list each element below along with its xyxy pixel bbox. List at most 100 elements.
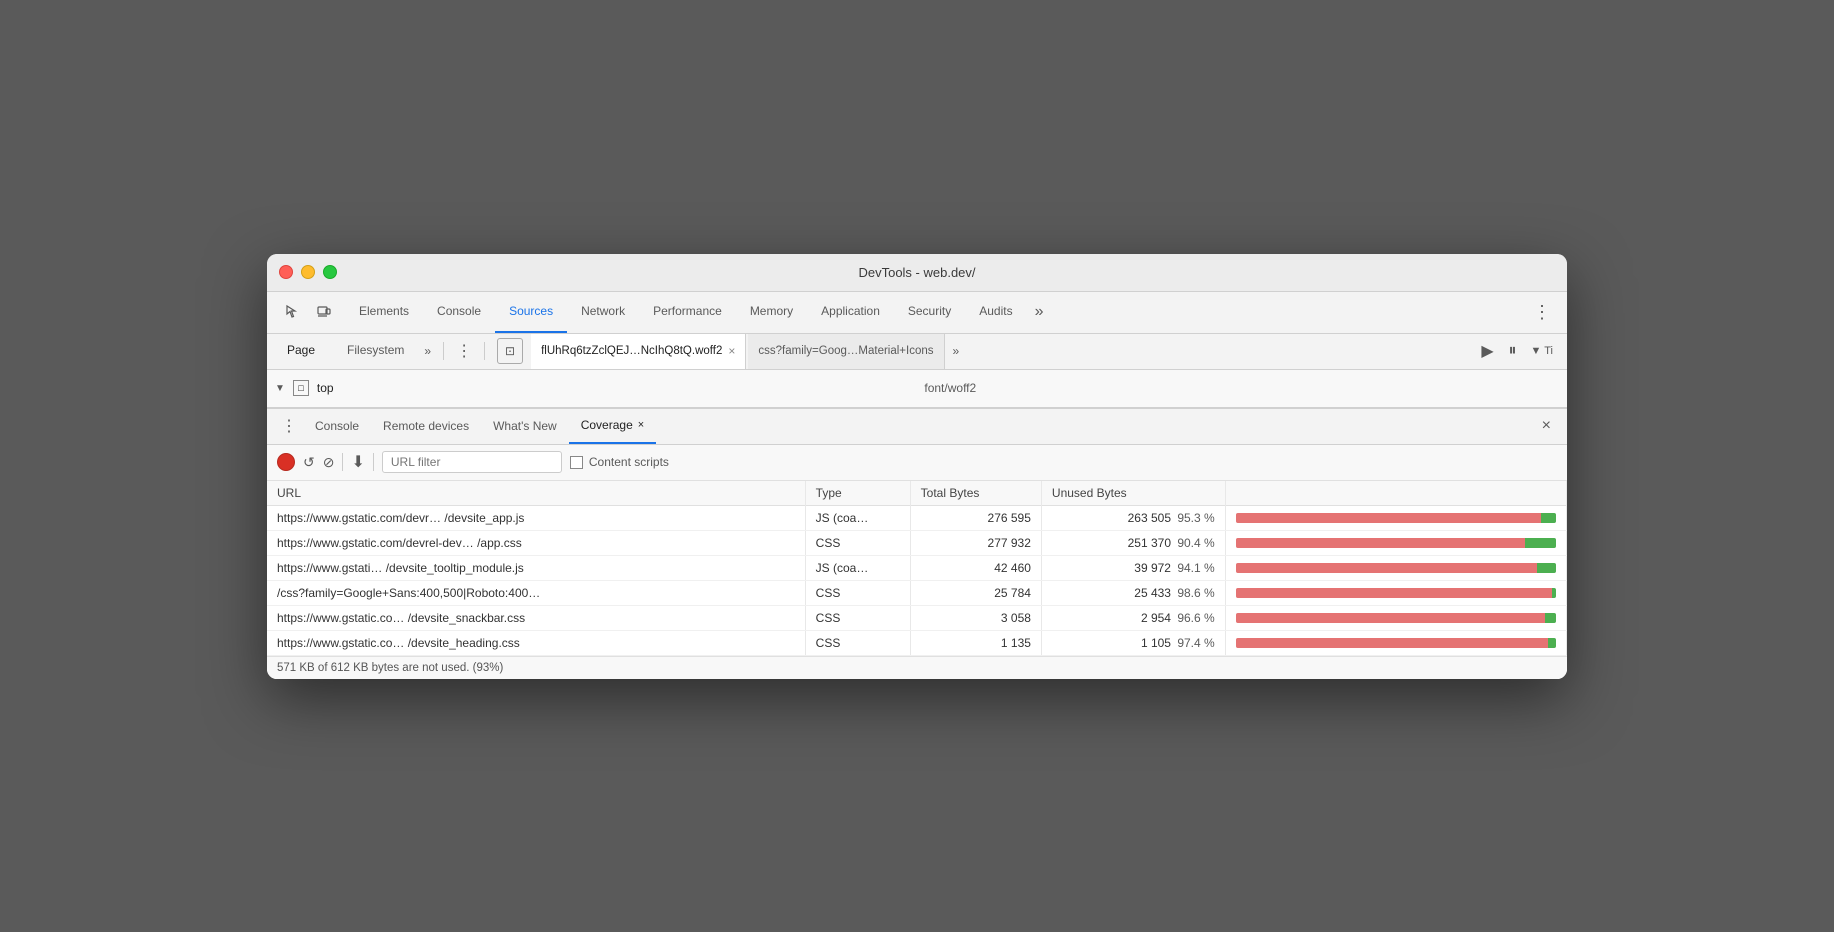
tab-console[interactable]: Console: [423, 292, 495, 333]
status-bar: 571 KB of 612 KB bytes are not used. (93…: [267, 656, 1567, 679]
stop-button[interactable]: ⊘: [323, 454, 335, 471]
tab-network[interactable]: Network: [567, 292, 639, 333]
window-title: DevTools - web.dev/: [858, 265, 975, 280]
cell-total: 42 460: [910, 555, 1041, 580]
cell-unused: 39 972 94.1 %: [1041, 555, 1225, 580]
table-row[interactable]: /css?family=Google+Sans:400,500|Roboto:4…: [267, 580, 1567, 605]
top-row-content: ▼ □ top font/woff2: [267, 380, 1567, 396]
col-header-unused: Unused Bytes: [1041, 481, 1225, 506]
cell-type: CSS: [805, 580, 910, 605]
more-tabs-icon[interactable]: »: [1027, 292, 1052, 333]
drawer-tab-whatsnew[interactable]: What's New: [481, 409, 569, 444]
close-button[interactable]: [279, 265, 293, 279]
cell-url: https://www.gstatic.co… /devsite_heading…: [267, 630, 805, 655]
table-row[interactable]: https://www.gstatic.com/devr… /devsite_a…: [267, 505, 1567, 530]
top-label: top: [317, 381, 334, 395]
top-frame-row: ▼ □ top font/woff2: [267, 370, 1567, 408]
download-button[interactable]: ⬇: [351, 452, 364, 472]
drawer-close-button[interactable]: ×: [1534, 417, 1559, 435]
tab-memory[interactable]: Memory: [736, 292, 807, 333]
table-row[interactable]: https://www.gstatic.co… /devsite_heading…: [267, 630, 1567, 655]
cell-type: CSS: [805, 630, 910, 655]
sources-sub-bar: Page Filesystem » ⋮ ⊡ flUhRq6tzZclQEJ…Nc…: [267, 334, 1567, 370]
cell-type: CSS: [805, 605, 910, 630]
sources-three-dots[interactable]: ⋮: [456, 341, 472, 361]
inspect-icon[interactable]: [279, 299, 305, 325]
drawer-tab-coverage[interactable]: Coverage ×: [569, 409, 656, 444]
drawer-tab-console[interactable]: Console: [303, 409, 371, 444]
cell-url: https://www.gstatic.com/devrel-dev… /app…: [267, 530, 805, 555]
run-button[interactable]: ▶: [1474, 338, 1500, 364]
drawer-tab-remote[interactable]: Remote devices: [371, 409, 481, 444]
cell-unused: 2 954 96.6 %: [1041, 605, 1225, 630]
cell-unused: 1 105 97.4 %: [1041, 630, 1225, 655]
file-tab-woff2-label: flUhRq6tzZclQEJ…NcIhQ8tQ.woff2: [541, 345, 722, 357]
tab-performance[interactable]: Performance: [639, 292, 736, 333]
cell-unused: 25 433 98.6 %: [1041, 580, 1225, 605]
tab-elements[interactable]: Elements: [345, 292, 423, 333]
cell-type: JS (coa…: [805, 505, 910, 530]
file-tab-css-label: css?family=Goog…Material+Icons: [758, 345, 933, 357]
more-options-icon[interactable]: ⋮: [1529, 299, 1555, 325]
sources-tab-filesystem[interactable]: Filesystem: [335, 334, 416, 369]
file-tab-area: flUhRq6tzZclQEJ…NcIhQ8tQ.woff2 × css?fam…: [531, 334, 1466, 369]
coverage-tab-close[interactable]: ×: [638, 419, 644, 431]
col-header-url: URL: [267, 481, 805, 506]
cell-bar: [1225, 580, 1566, 605]
pause-button[interactable]: ⏸: [1508, 342, 1516, 360]
frame-icon: □: [293, 380, 309, 396]
title-bar: DevTools - web.dev/: [267, 254, 1567, 292]
cell-total: 3 058: [910, 605, 1041, 630]
file-decode-icon[interactable]: ⊡: [497, 338, 523, 364]
table-row[interactable]: https://www.gstatic.com/devrel-dev… /app…: [267, 530, 1567, 555]
tab-application[interactable]: Application: [807, 292, 894, 333]
sources-more-tabs[interactable]: »: [424, 344, 431, 358]
cell-bar: [1225, 555, 1566, 580]
font-label: font/woff2: [342, 381, 1559, 395]
record-button[interactable]: [277, 453, 295, 471]
cell-type: JS (coa…: [805, 555, 910, 580]
table-row[interactable]: https://www.gstatic.co… /devsite_snackba…: [267, 605, 1567, 630]
file-tab-woff2-close[interactable]: ×: [728, 344, 735, 358]
cell-url: https://www.gstatic.com/devr… /devsite_a…: [267, 505, 805, 530]
cell-unused: 251 370 90.4 %: [1041, 530, 1225, 555]
sources-divider-2: [484, 342, 485, 360]
cell-total: 277 932: [910, 530, 1041, 555]
file-tab-more[interactable]: »: [947, 344, 966, 358]
cell-url: /css?family=Google+Sans:400,500|Roboto:4…: [267, 580, 805, 605]
tab-audits[interactable]: Audits: [965, 292, 1026, 333]
device-icon[interactable]: [311, 299, 337, 325]
main-tab-list: Elements Console Sources Network Perform…: [345, 292, 1052, 333]
col-header-total: Total Bytes: [910, 481, 1041, 506]
cell-total: 25 784: [910, 580, 1041, 605]
tab-security[interactable]: Security: [894, 292, 965, 333]
top-right-label: ▼ Ti: [1525, 345, 1560, 357]
col-header-bar: [1225, 481, 1566, 506]
sources-tab-page[interactable]: Page: [275, 334, 327, 369]
cell-total: 1 135: [910, 630, 1041, 655]
cell-bar: [1225, 505, 1566, 530]
cell-bar: [1225, 605, 1566, 630]
url-filter-input[interactable]: [382, 451, 562, 473]
maximize-button[interactable]: [323, 265, 337, 279]
file-tab-woff2[interactable]: flUhRq6tzZclQEJ…NcIhQ8tQ.woff2 ×: [531, 334, 746, 369]
status-text: 571 KB of 612 KB bytes are not used. (93…: [277, 662, 503, 674]
drawer-three-dots[interactable]: ⋮: [275, 416, 303, 436]
minimize-button[interactable]: [301, 265, 315, 279]
bottom-drawer: ⋮ Console Remote devices What's New Cove…: [267, 408, 1567, 679]
expand-arrow[interactable]: ▼: [275, 383, 285, 394]
file-tab-css[interactable]: css?family=Goog…Material+Icons: [748, 334, 944, 369]
content-scripts-checkbox[interactable]: [570, 456, 583, 469]
traffic-lights: [279, 265, 337, 279]
sources-divider: [443, 342, 444, 360]
cell-total: 276 595: [910, 505, 1041, 530]
devtools-icons: [271, 299, 345, 325]
cell-type: CSS: [805, 530, 910, 555]
toolbar-divider: [342, 453, 343, 471]
cell-url: https://www.gstati… /devsite_tooltip_mod…: [267, 555, 805, 580]
reload-button[interactable]: ↺: [303, 454, 315, 471]
toolbar-divider-2: [373, 453, 374, 471]
tab-sources[interactable]: Sources: [495, 292, 567, 333]
cell-bar: [1225, 530, 1566, 555]
table-row[interactable]: https://www.gstati… /devsite_tooltip_mod…: [267, 555, 1567, 580]
